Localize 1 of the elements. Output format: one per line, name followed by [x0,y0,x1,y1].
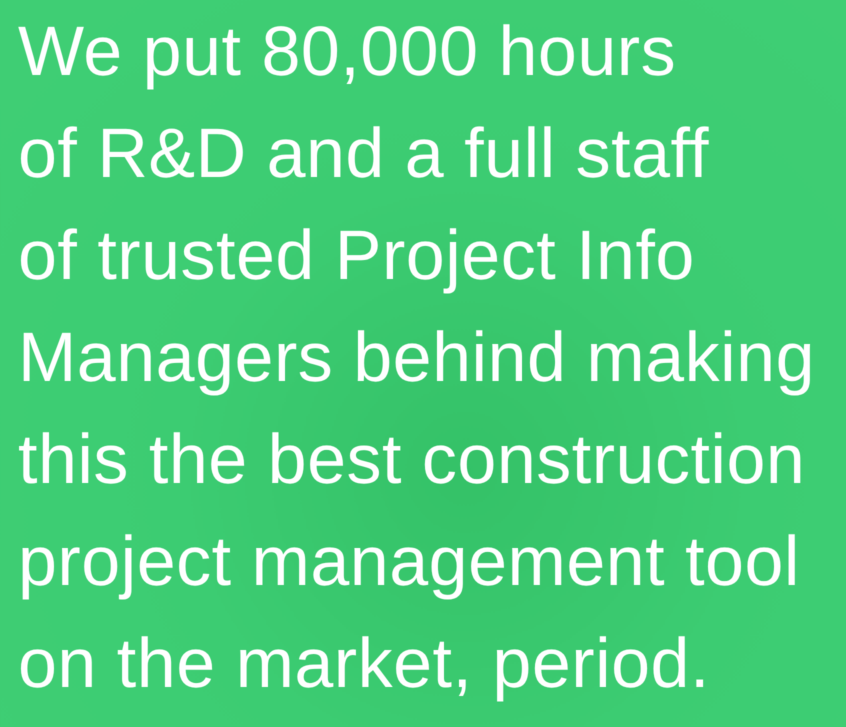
hero-statement: We put 80,000 hours of R&D and a full staff of trusted Project Info Managers behind making this the best construction project management tool on the market, period. [18,11,816,704]
